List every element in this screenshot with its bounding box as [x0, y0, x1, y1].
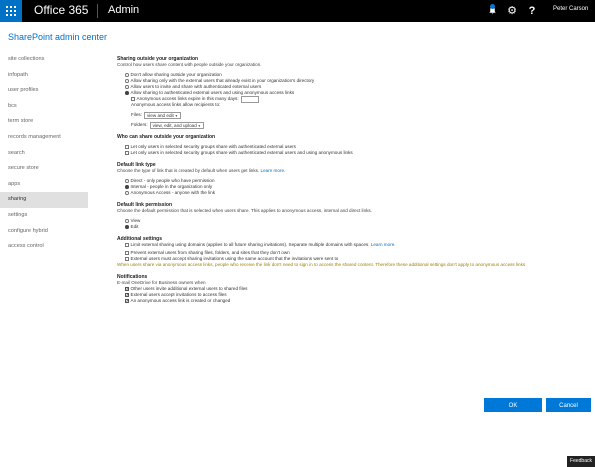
checkbox-checked[interactable] — [125, 299, 129, 303]
sidebar-item-site-collections[interactable]: site collections — [8, 52, 88, 68]
gear-icon[interactable]: ⚙ — [502, 0, 522, 22]
radio-button[interactable] — [125, 79, 129, 83]
page-title: SharePoint admin center — [8, 32, 108, 42]
learn-more-link[interactable]: Learn more. — [261, 168, 286, 173]
sidebar: site collections infopath user profiles … — [0, 52, 88, 255]
brand-name[interactable]: Office 365 — [34, 3, 88, 17]
learn-more-link[interactable]: Learn more. — [371, 242, 396, 248]
cancel-button[interactable]: Cancel — [546, 398, 591, 412]
sidebar-item-secure-store[interactable]: secure store — [8, 161, 88, 177]
waffle-icon[interactable] — [0, 0, 22, 22]
radio-button-selected[interactable] — [125, 91, 129, 95]
sidebar-item-settings[interactable]: settings — [8, 208, 88, 224]
radio-button[interactable] — [125, 179, 129, 183]
sidebar-item-search[interactable]: search — [8, 146, 88, 162]
app-name[interactable]: Admin — [108, 4, 139, 16]
checkbox[interactable] — [125, 243, 129, 247]
ok-button[interactable]: OK — [484, 398, 542, 412]
feedback-button[interactable]: Feedback — [567, 456, 595, 467]
anonymous-links-warning: When users share via anonymous access li… — [117, 262, 527, 267]
checkbox[interactable] — [131, 97, 135, 101]
top-divider — [97, 4, 98, 18]
top-bar: Office 365 Admin ⚙ ? Peter Carson — [0, 0, 595, 22]
settings-panel: Sharing outside your organization Contro… — [117, 56, 592, 304]
help-icon[interactable]: ? — [522, 0, 542, 22]
radio-button[interactable] — [125, 219, 129, 223]
checkbox-checked[interactable] — [125, 293, 129, 297]
radio-button-selected[interactable] — [125, 185, 129, 189]
user-name[interactable]: Peter Carson — [553, 6, 588, 12]
checkbox[interactable] — [125, 145, 129, 149]
checkbox[interactable] — [125, 251, 129, 255]
radio-button[interactable] — [125, 85, 129, 89]
files-permission-select[interactable]: view and edit▼ — [143, 111, 181, 119]
chevron-down-icon: ▼ — [197, 123, 201, 128]
sidebar-item-term-store[interactable]: term store — [8, 114, 88, 130]
checkbox[interactable] — [125, 151, 129, 155]
sidebar-item-access-control[interactable]: access control — [8, 239, 88, 255]
sidebar-item-configure-hybrid[interactable]: configure hybrid — [8, 224, 88, 240]
notification-badge — [490, 4, 495, 9]
sidebar-item-sharing[interactable]: sharing — [0, 192, 88, 208]
checkbox-checked[interactable] — [125, 287, 129, 291]
sidebar-item-user-profiles[interactable]: user profiles — [8, 83, 88, 99]
sidebar-item-bcs[interactable]: bcs — [8, 99, 88, 115]
radio-button[interactable] — [125, 73, 129, 77]
sidebar-item-infopath[interactable]: infopath — [8, 68, 88, 84]
sidebar-item-apps[interactable]: apps — [8, 177, 88, 193]
radio-button[interactable] — [125, 191, 129, 195]
checkbox[interactable] — [125, 257, 129, 261]
folders-permission-select[interactable]: view, edit, and upload▼ — [149, 121, 204, 129]
checkbox-option-notify-anonymous-link[interactable]: An anonymous access link is created or c… — [117, 298, 592, 304]
expire-days-input[interactable] — [240, 95, 259, 103]
sidebar-item-records-management[interactable]: records management — [8, 130, 88, 146]
chevron-down-icon: ▼ — [174, 113, 178, 118]
radio-button-selected[interactable] — [125, 225, 129, 229]
